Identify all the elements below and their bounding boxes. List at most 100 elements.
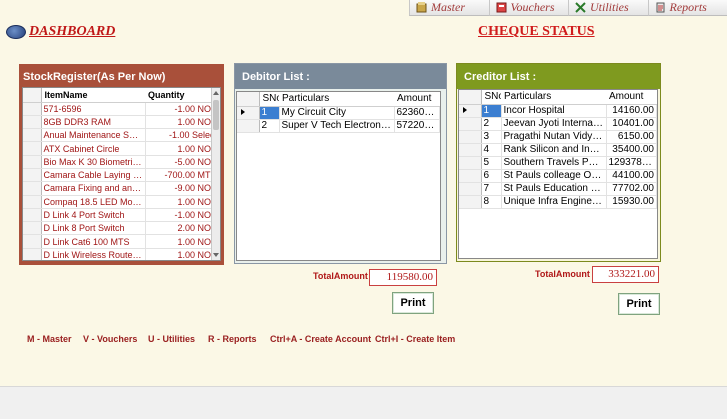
sno-cell[interactable]: 6: [481, 169, 502, 183]
particulars-cell[interactable]: Jeevan Jyoti Internationa...: [501, 117, 607, 131]
item-name-cell[interactable]: D Link Wireless Router N 300: [41, 248, 146, 260]
particulars-cell[interactable]: My Circuit City: [279, 106, 395, 120]
particulars-cell[interactable]: Pragathi Nutan Vidyalay: [501, 130, 607, 144]
particulars-cell[interactable]: Super V Tech Electronics: [279, 119, 395, 133]
menu-reports[interactable]: Reports: [647, 0, 727, 16]
row-pointer-icon: [241, 109, 245, 115]
table-row[interactable]: Camara Cable Laying Charges-700.00 MTR: [23, 168, 220, 183]
table-row[interactable]: Camara Fixing and angle ... -9.00 NOS: [23, 181, 220, 196]
quantity-cell[interactable]: -1.00 NOS: [145, 208, 220, 223]
creditor-print-button[interactable]: Print: [618, 293, 660, 315]
column-header-sno[interactable]: SNo: [481, 90, 501, 105]
quantity-cell[interactable]: -9.00 NOS: [145, 181, 220, 196]
particulars-cell[interactable]: St Pauls colleage Of Pha...: [501, 169, 607, 183]
quantity-cell[interactable]: 1.00 NOS: [145, 115, 220, 130]
table-row[interactable]: 8GB DDR3 RAM 1.00 NOS: [23, 115, 220, 130]
column-header-quantity[interactable]: Quantity: [145, 88, 220, 103]
creditor-grid[interactable]: SNo Particulars Amount 1Incor Hospital14…: [458, 89, 658, 259]
amount-cell[interactable]: 6150.00: [606, 130, 657, 144]
particulars-cell[interactable]: Incor Hospital: [501, 104, 607, 118]
quantity-cell[interactable]: -700.00 MTR: [145, 168, 220, 183]
item-name-cell[interactable]: ATX Cabinet Circle: [41, 141, 146, 156]
particulars-cell[interactable]: Southern Travels Pvt Ltd: [501, 156, 607, 170]
table-row[interactable]: 571-6596 -1.00 NOS: [23, 102, 220, 116]
table-row[interactable]: ATX Cabinet Circle 1.00 NOS: [23, 141, 220, 156]
sno-cell[interactable]: 4: [481, 143, 502, 157]
item-name-cell[interactable]: Camara Fixing and angle ...: [41, 181, 146, 196]
table-row[interactable]: D Link Cat6 100 MTS 1.00 NOS: [23, 234, 220, 249]
amount-cell[interactable]: 57220.00: [394, 119, 440, 133]
table-row[interactable]: D Link 8 Port Switch 2.00 NOS: [23, 221, 220, 236]
table-row[interactable]: Anual Maintenance Servic... -1.00 Select: [23, 128, 220, 143]
quantity-cell[interactable]: 1.00 NOS: [145, 141, 220, 156]
quantity-cell[interactable]: 2.00 NOS: [145, 221, 220, 236]
scroll-up-icon[interactable]: [213, 91, 219, 95]
item-name-cell[interactable]: D Link 4 Port Switch: [41, 208, 146, 223]
cheque-status-title[interactable]: CHEQUE STATUS: [478, 24, 595, 40]
quantity-cell[interactable]: -5.00 NOS: [145, 155, 220, 169]
amount-cell[interactable]: 77702.00: [606, 182, 657, 196]
quantity-cell[interactable]: 1.00 NOS: [145, 234, 220, 249]
column-header-amount[interactable]: Amount: [394, 92, 440, 107]
debtor-grid[interactable]: SNo Particulars Amount 1My Circuit City6…: [236, 91, 441, 261]
amount-cell[interactable]: 10401.00: [606, 117, 657, 131]
sno-cell[interactable]: 2: [259, 119, 280, 133]
menu-vouchers[interactable]: Vouchers: [488, 0, 568, 16]
quantity-cell[interactable]: -1.00 Select: [145, 128, 220, 143]
table-row[interactable]: 3 Pragathi Nutan Vidyalay 6150.00: [459, 130, 657, 144]
sno-cell[interactable]: 1: [481, 104, 502, 118]
quantity-cell[interactable]: 1.00 NOS: [145, 248, 220, 260]
debtor-print-button[interactable]: Print: [392, 292, 434, 314]
sno-cell[interactable]: 3: [481, 130, 502, 144]
sno-cell[interactable]: 5: [481, 156, 502, 170]
particulars-cell[interactable]: St Pauls Education Soci...: [501, 182, 607, 196]
item-name-cell[interactable]: Compaq 18.5 LED Monitor: [41, 195, 146, 209]
table-row[interactable]: 1 Incor Hospital 14160.00: [459, 104, 657, 118]
amount-cell[interactable]: 35400.00: [606, 143, 657, 157]
amount-cell[interactable]: 129378.00: [606, 156, 657, 170]
menu-master[interactable]: Master: [409, 0, 489, 16]
table-row[interactable]: 2Jeevan Jyoti Internationa...10401.00: [459, 117, 657, 131]
scroll-thumb[interactable]: [213, 100, 219, 130]
table-row[interactable]: 6St Pauls colleage Of Pha...44100.00: [459, 169, 657, 183]
table-row[interactable]: 8 Unique Infra Engineers ... 15930.00: [459, 195, 657, 209]
item-name-cell[interactable]: D Link 8 Port Switch: [41, 221, 146, 236]
amount-cell[interactable]: 62360.00: [394, 106, 440, 120]
column-header-sno[interactable]: SNo: [259, 92, 279, 107]
column-header-particulars[interactable]: Particulars: [501, 90, 606, 105]
quantity-cell[interactable]: 1.00 NOS: [145, 195, 220, 209]
table-row[interactable]: D Link 4 Port Switch -1.00 NOS: [23, 208, 220, 223]
table-row[interactable]: 2 Super V Tech Electronics 57220.00: [237, 119, 440, 133]
item-name-cell[interactable]: Bio Max K 30 Biometric D...: [41, 155, 146, 169]
table-row[interactable]: 7St Pauls Education Soci...77702.00: [459, 182, 657, 196]
stock-scrollbar[interactable]: [211, 88, 220, 260]
item-name-cell[interactable]: Camara Cable Laying Charges: [41, 168, 146, 183]
column-header-amount[interactable]: Amount: [606, 90, 657, 105]
particulars-cell[interactable]: Unique Infra Engineers ...: [501, 195, 607, 209]
item-name-cell[interactable]: Anual Maintenance Servic...: [41, 128, 146, 143]
table-row[interactable]: 4Rank Silicon and Industri...35400.00: [459, 143, 657, 157]
sno-cell[interactable]: 8: [481, 195, 502, 209]
sno-cell[interactable]: 2: [481, 117, 502, 131]
scroll-down-icon[interactable]: [213, 253, 219, 257]
column-header-particulars[interactable]: Particulars: [279, 92, 394, 107]
sno-cell[interactable]: 7: [481, 182, 502, 196]
table-row[interactable]: 5 Southern Travels Pvt Ltd 129378.00: [459, 156, 657, 170]
table-row[interactable]: 1 My Circuit City 62360.00: [237, 106, 440, 120]
menu-utilities[interactable]: Utilities: [568, 0, 648, 16]
column-header-itemname[interactable]: ItemName: [41, 88, 145, 103]
amount-cell[interactable]: 15930.00: [606, 195, 657, 209]
amount-cell[interactable]: 44100.00: [606, 169, 657, 183]
particulars-cell[interactable]: Rank Silicon and Industri...: [501, 143, 607, 157]
quantity-cell[interactable]: -1.00 NOS: [145, 102, 220, 116]
item-name-cell[interactable]: 571-6596: [41, 102, 146, 116]
shortcut-hints: M - Master V - Vouchers U - Utilities R …: [27, 334, 455, 344]
table-row[interactable]: Compaq 18.5 LED Monitor 1.00 NOS: [23, 195, 220, 209]
amount-cell[interactable]: 14160.00: [606, 104, 657, 118]
table-row[interactable]: Bio Max K 30 Biometric D... -5.00 NOS: [23, 155, 220, 169]
stock-register-grid[interactable]: ItemName Quantity 571-6596 -1.00 NOS 8GB D…: [22, 87, 221, 261]
item-name-cell[interactable]: D Link Cat6 100 MTS: [41, 234, 146, 249]
sno-cell[interactable]: 1: [259, 106, 280, 120]
item-name-cell[interactable]: 8GB DDR3 RAM: [41, 115, 146, 130]
table-row[interactable]: D Link Wireless Router N 3001.00 NOS: [23, 248, 220, 260]
